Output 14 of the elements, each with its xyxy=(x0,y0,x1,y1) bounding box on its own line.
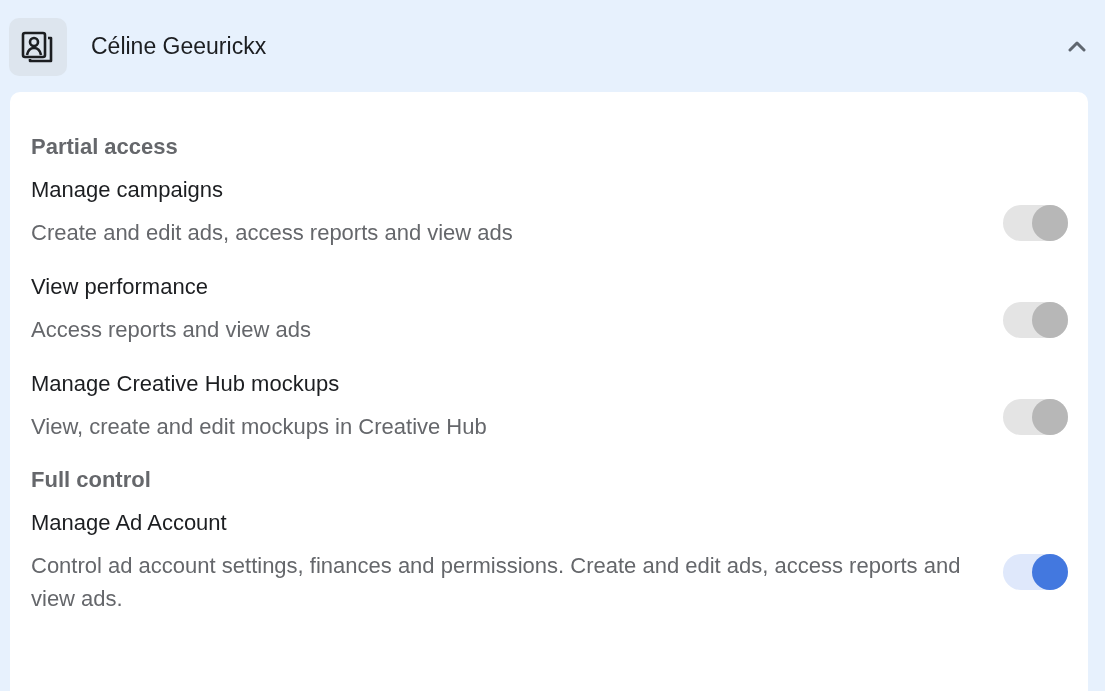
toggle-switch[interactable] xyxy=(1003,554,1068,590)
permission-title: Manage campaigns xyxy=(31,176,224,204)
permission-title: Manage Ad Account xyxy=(31,509,228,537)
permission-description: Access reports and view ads xyxy=(31,316,313,344)
section-heading: Partial access xyxy=(31,134,179,160)
permission-title: Manage Creative Hub mockups xyxy=(31,370,341,398)
section-heading: Full control xyxy=(31,467,152,493)
chevron-icon xyxy=(1067,40,1087,52)
account-name: Céline Geeurickx xyxy=(91,32,268,60)
permission-description: Control ad account settings, finances and permissions. Create and edit ads, access reports and view ads. xyxy=(31,552,962,613)
photos-icon xyxy=(9,17,67,76)
permission-description: View, create and edit mockups in Creative Hub xyxy=(31,413,488,441)
permission-title: View performance xyxy=(31,273,209,301)
permission-description: Create and edit ads, access reports and view ads xyxy=(31,219,514,247)
